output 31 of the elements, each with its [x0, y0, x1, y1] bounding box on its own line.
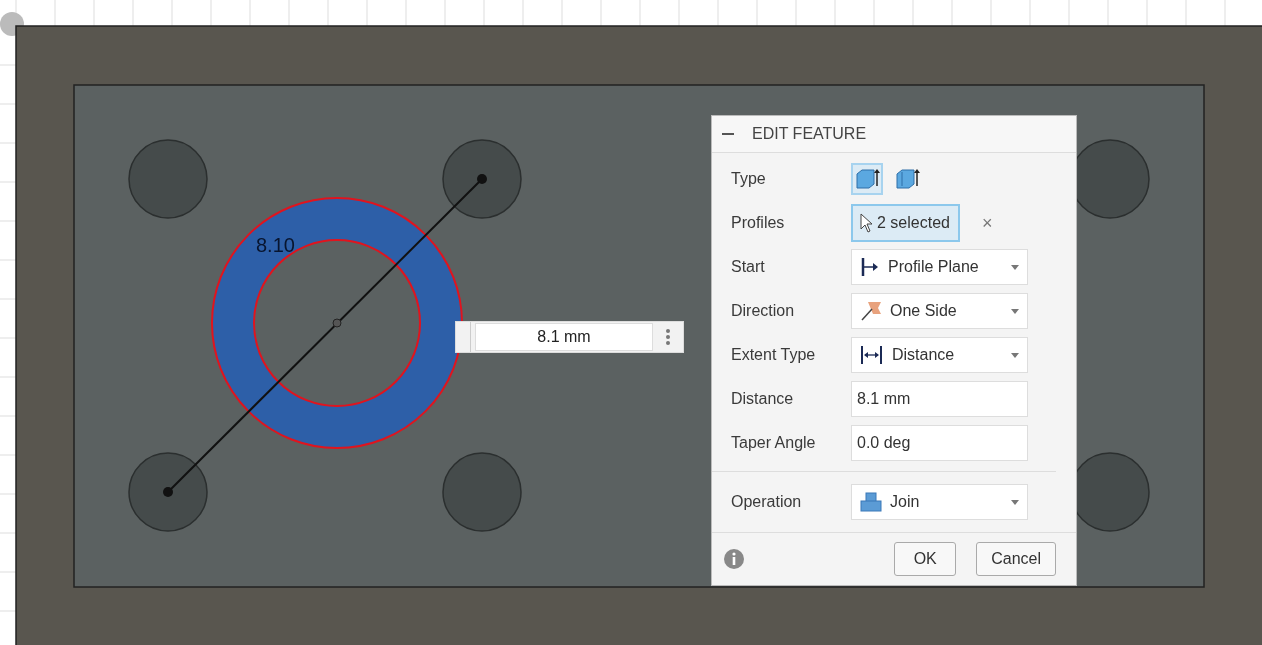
input-field[interactable]: 8.1 mm — [851, 381, 1028, 417]
direction-flag-icon — [860, 300, 882, 322]
ok-button[interactable]: OK — [894, 542, 957, 576]
join-icon — [860, 491, 882, 513]
cursor-icon — [859, 213, 873, 233]
field-label: Start — [731, 258, 766, 276]
info-icon[interactable] — [724, 549, 744, 569]
field-label: Profiles — [731, 214, 786, 232]
input-field[interactable]: 0.0 deg — [851, 425, 1028, 461]
center-point — [332, 318, 342, 328]
field-label: Direction — [731, 302, 796, 320]
field-label: Type — [731, 170, 767, 188]
field-label: Distance — [731, 390, 795, 408]
selection-button[interactable]: 2 selected — [851, 204, 960, 242]
clear-button[interactable]: × — [981, 212, 993, 234]
field-label: Extent Type — [731, 346, 817, 364]
field-label: Operation — [731, 493, 803, 511]
dropdown[interactable]: Profile Plane — [851, 249, 1028, 285]
type-option[interactable] — [851, 163, 883, 195]
dropdown[interactable]: Join — [851, 484, 1028, 520]
dimension-label: 8.10 — [256, 234, 295, 257]
field-label: Taper Angle — [731, 434, 817, 452]
thin-extrude-icon — [894, 166, 920, 192]
dimension-input[interactable]: 8.1 mm — [475, 323, 653, 351]
start-plane-icon — [860, 256, 880, 278]
distance-icon — [860, 344, 884, 366]
cancel-button[interactable]: Cancel — [976, 542, 1056, 576]
dialog-title: EDIT FEATURE — [752, 125, 867, 143]
dropdown[interactable]: Distance — [851, 337, 1028, 373]
solid-extrude-icon — [854, 166, 880, 192]
dropdown[interactable]: One Side — [851, 293, 1028, 329]
